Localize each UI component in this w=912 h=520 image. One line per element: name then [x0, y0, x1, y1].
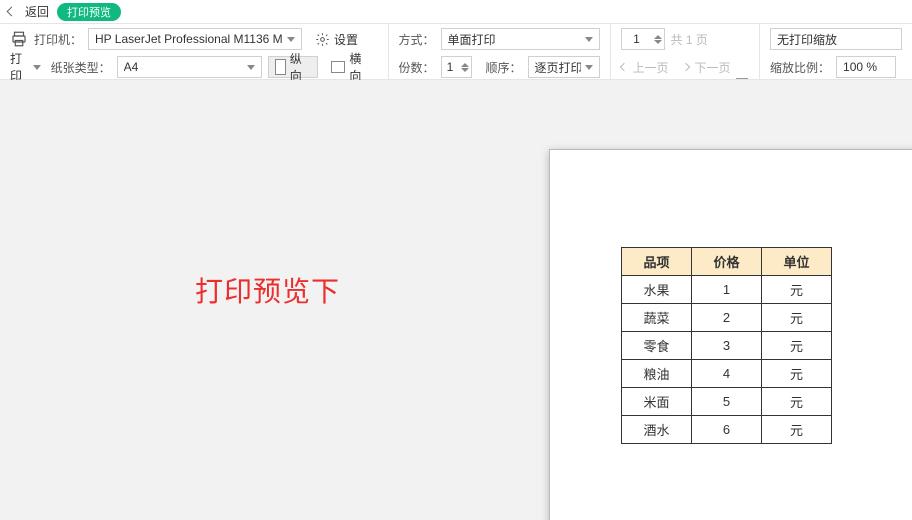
title-bar: 返回 打印预览 — [0, 0, 912, 24]
col-header: 品项 — [622, 248, 692, 276]
table-cell: 4 — [692, 360, 762, 388]
orientation-landscape[interactable]: 横向 — [324, 56, 378, 78]
orientation-portrait[interactable]: 纵向 — [268, 56, 318, 78]
table-cell: 2 — [692, 304, 762, 332]
overlay-text: 打印预览下 — [195, 270, 340, 310]
paper-select[interactable]: A4 — [117, 56, 262, 78]
print-button[interactable]: 打印 — [10, 50, 41, 84]
chevron-left-icon — [619, 63, 627, 71]
table-cell: 粮油 — [622, 360, 692, 388]
landscape-label: 横向 — [349, 50, 370, 84]
table-cell: 元 — [762, 304, 832, 332]
portrait-icon — [275, 59, 286, 75]
preview-workspace: 打印预览下 品项 价格 单位 水果1元蔬菜2元零食3元粮油4元米面5元酒水6元 — [0, 80, 912, 520]
table-cell: 元 — [762, 388, 832, 416]
printer-icon — [10, 30, 28, 48]
table-cell: 米面 — [622, 388, 692, 416]
print-preview-badge: 打印预览 — [57, 3, 121, 21]
table-cell: 元 — [762, 416, 832, 444]
down-arrow-icon[interactable] — [654, 40, 662, 44]
mode-value: 单面打印 — [448, 31, 496, 48]
col-header: 单位 — [762, 248, 832, 276]
paper-value: A4 — [124, 60, 139, 74]
caret-down-icon — [585, 37, 593, 42]
copies-label: 份数： — [399, 59, 435, 76]
group-resize-icon — [736, 78, 748, 79]
order-value: 逐页打印 — [535, 59, 581, 76]
caret-down-icon — [33, 65, 41, 70]
landscape-icon — [331, 61, 345, 73]
zoom-value-select[interactable]: 100 % — [836, 56, 896, 78]
zoom-label: 缩放比例： — [770, 59, 830, 76]
table-cell: 5 — [692, 388, 762, 416]
table-header-row: 品项 价格 单位 — [622, 248, 832, 276]
data-table: 品项 价格 单位 水果1元蔬菜2元零食3元粮油4元米面5元酒水6元 — [621, 247, 832, 444]
zoom-value: 100 % — [843, 60, 877, 74]
page-spinner[interactable]: 1 — [621, 28, 665, 50]
col-header: 价格 — [692, 248, 762, 276]
order-label: 顺序： — [486, 59, 522, 76]
table-row: 粮油4元 — [622, 360, 832, 388]
table-cell: 元 — [762, 332, 832, 360]
gear-icon — [315, 32, 330, 47]
zoom-mode-select[interactable]: 无打印缩放 — [770, 28, 902, 50]
back-chevron-icon[interactable] — [7, 7, 17, 17]
settings-label: 设置 — [334, 31, 358, 48]
table-cell: 3 — [692, 332, 762, 360]
print-label: 打印 — [10, 50, 31, 84]
table-cell: 1 — [692, 276, 762, 304]
table-row: 蔬菜2元 — [622, 304, 832, 332]
portrait-label: 纵向 — [290, 50, 311, 84]
prev-page-button[interactable]: 上一页 — [633, 59, 669, 76]
mode-label: 方式： — [399, 31, 435, 48]
down-arrow-icon[interactable] — [461, 68, 469, 72]
table-cell: 零食 — [622, 332, 692, 360]
up-arrow-icon[interactable] — [461, 63, 469, 67]
table-row: 水果1元 — [622, 276, 832, 304]
caret-down-icon — [247, 65, 255, 70]
caret-down-icon — [287, 37, 295, 42]
table-cell: 酒水 — [622, 416, 692, 444]
page-total: 共 1 页 — [671, 31, 708, 48]
table-row: 酒水6元 — [622, 416, 832, 444]
printer-select[interactable]: HP LaserJet Professional M1136 M — [88, 28, 302, 50]
page-preview: 品项 价格 单位 水果1元蔬菜2元零食3元粮油4元米面5元酒水6元 — [549, 149, 912, 520]
printer-value: HP LaserJet Professional M1136 M — [95, 32, 283, 46]
copies-value: 1 — [442, 60, 459, 74]
table-cell: 水果 — [622, 276, 692, 304]
table-cell: 6 — [692, 416, 762, 444]
printer-label: 打印机： — [34, 31, 82, 48]
order-select[interactable]: 逐页打印 — [528, 56, 600, 78]
caret-down-icon — [585, 65, 593, 70]
table-cell: 蔬菜 — [622, 304, 692, 332]
next-page-button[interactable]: 下一页 — [695, 59, 731, 76]
table-row: 米面5元 — [622, 388, 832, 416]
back-label[interactable]: 返回 — [25, 3, 49, 20]
mode-select[interactable]: 单面打印 — [441, 28, 600, 50]
table-cell: 元 — [762, 276, 832, 304]
table-cell: 元 — [762, 360, 832, 388]
page-value: 1 — [622, 32, 652, 46]
copies-spinner[interactable]: 1 — [441, 56, 472, 78]
settings-button[interactable]: 设置 — [308, 28, 365, 50]
chevron-right-icon — [681, 63, 689, 71]
toolbar: 打印机： HP LaserJet Professional M1136 M 设置… — [0, 24, 912, 80]
up-arrow-icon[interactable] — [654, 35, 662, 39]
paper-label: 纸张类型： — [51, 59, 111, 76]
zoom-mode-value: 无打印缩放 — [777, 31, 837, 48]
table-row: 零食3元 — [622, 332, 832, 360]
